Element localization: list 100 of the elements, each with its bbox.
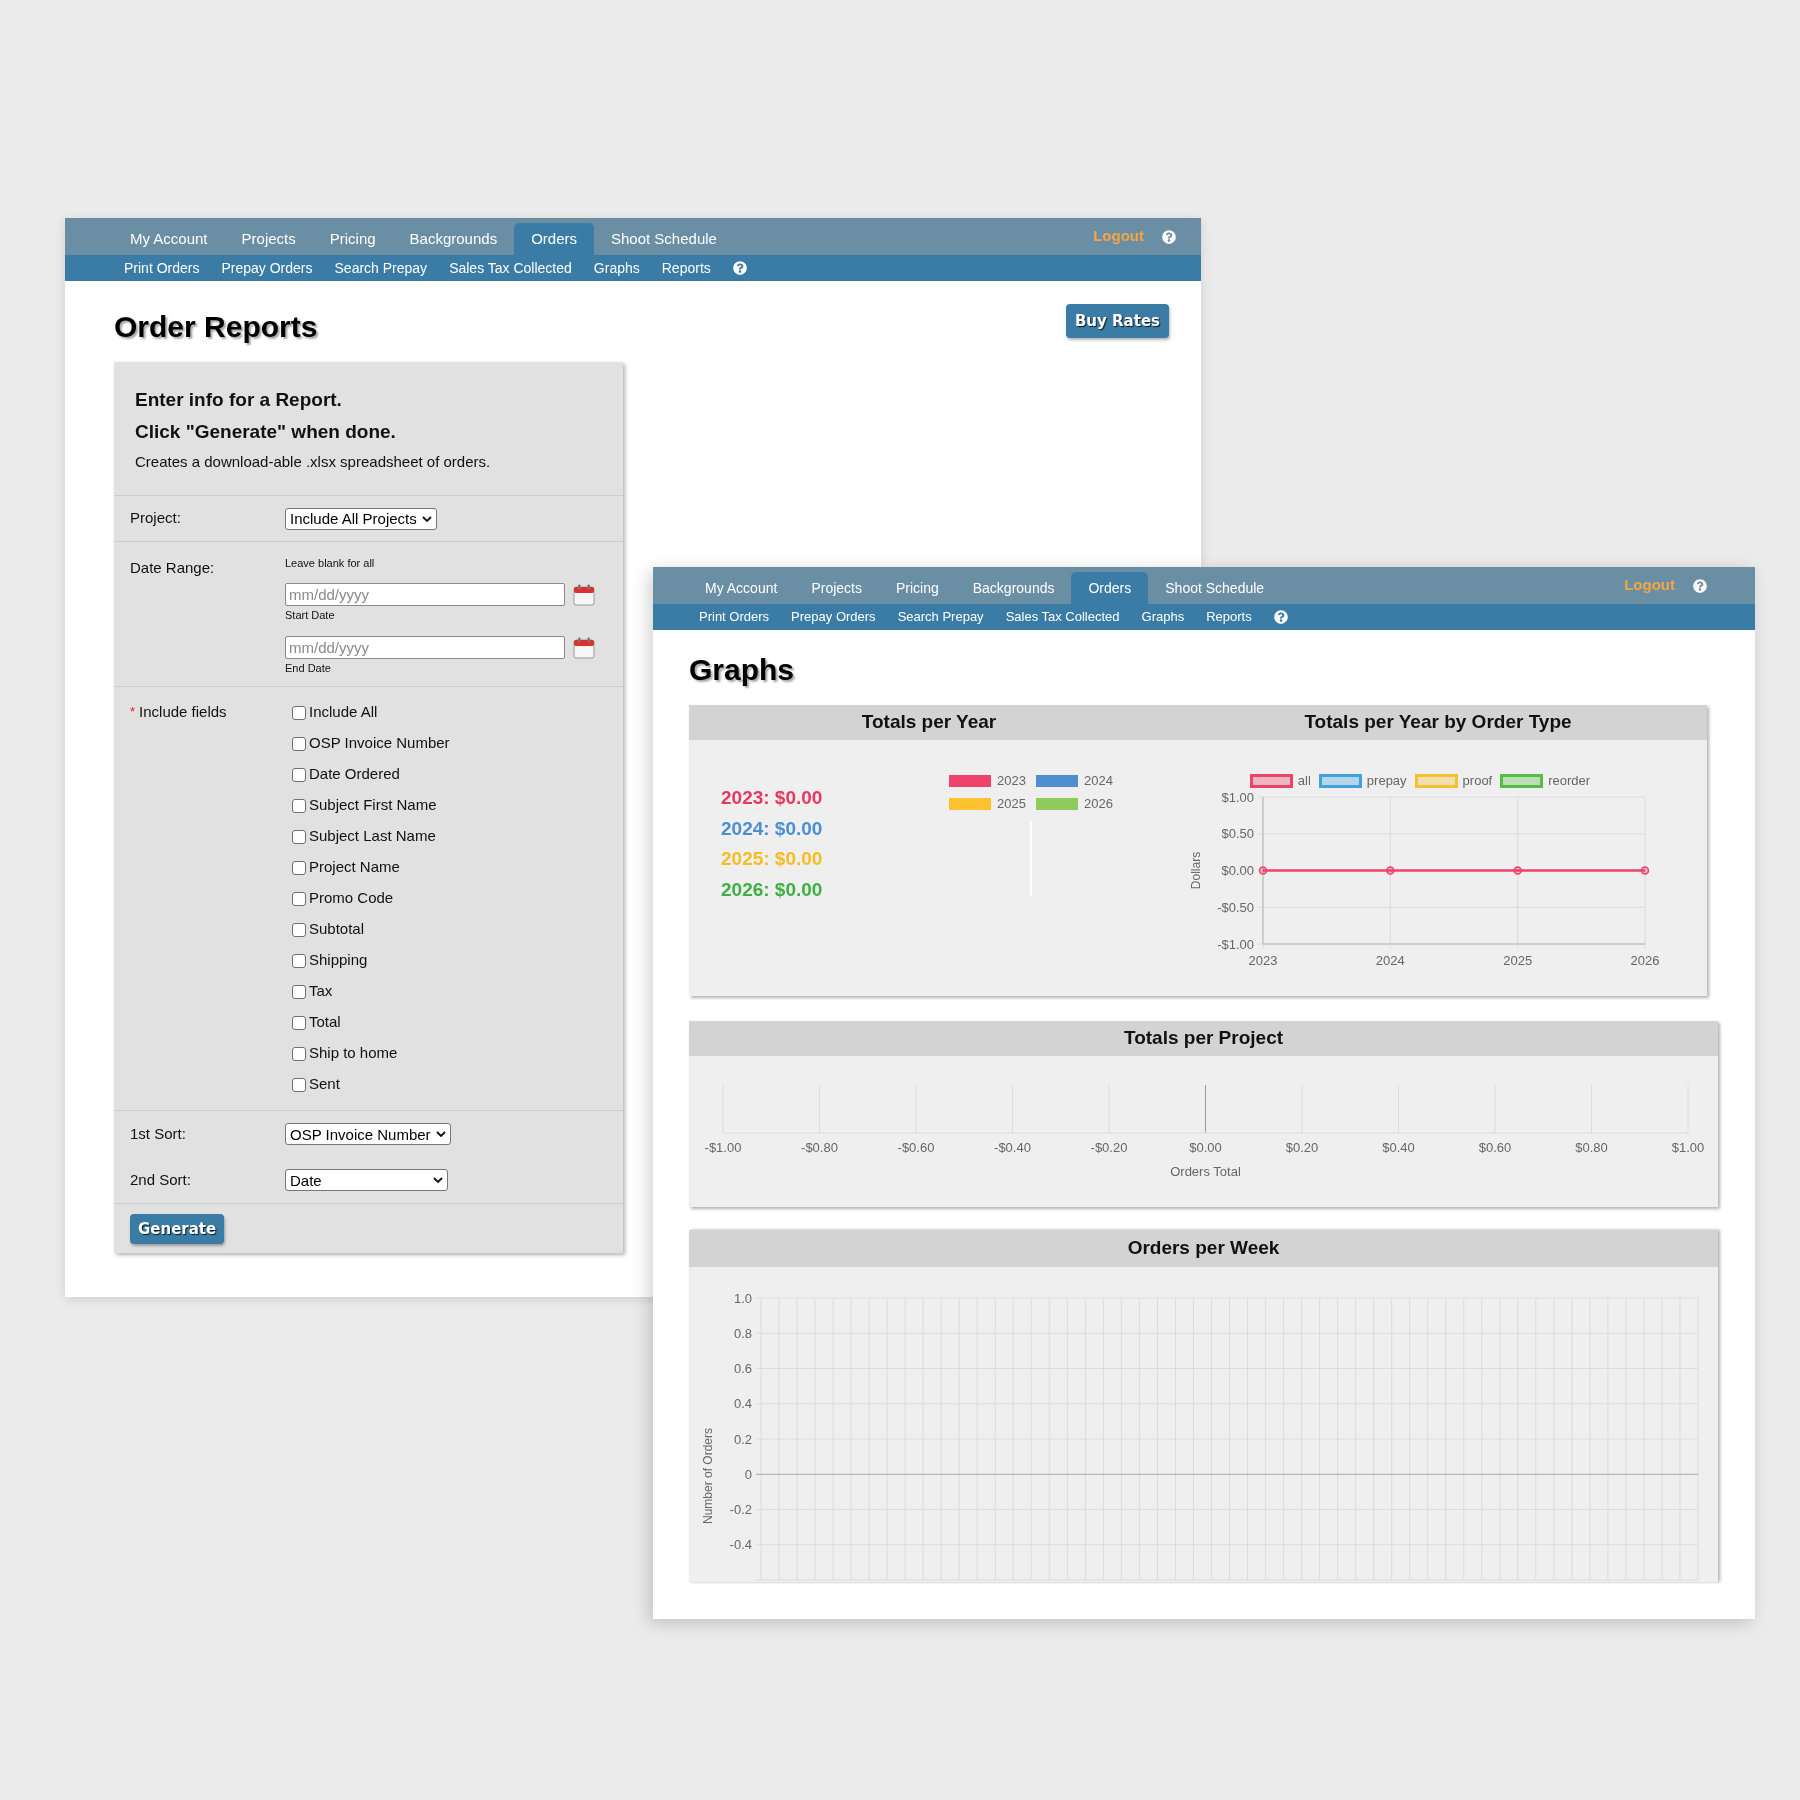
legend-swatch[interactable]	[1249, 773, 1293, 788]
field-caption: Start Date	[285, 608, 336, 622]
subnav-link[interactable]: Reports	[661, 257, 711, 279]
nav-tab[interactable]: Pricing	[878, 572, 956, 604]
sort-select[interactable]: OSP Invoice Number	[285, 1123, 451, 1145]
checkbox-label: OSP Invoice Number	[309, 733, 450, 754]
nav-tab[interactable]: Orders	[514, 223, 594, 255]
checkbox[interactable]	[292, 860, 306, 875]
subnav-link[interactable]: Reports	[1206, 607, 1252, 627]
checkbox[interactable]	[292, 984, 306, 999]
subnav-link[interactable]: Search Prepay	[897, 607, 984, 627]
nav-tab[interactable]: Backgrounds	[955, 572, 1072, 604]
checkbox[interactable]	[292, 705, 306, 720]
nav-tab[interactable]: Backgrounds	[392, 223, 515, 255]
calendar-icon[interactable]	[573, 636, 595, 659]
legend-swatch[interactable]	[1500, 773, 1544, 788]
help-icon[interactable]	[1693, 578, 1707, 593]
subnav-link[interactable]: Prepay Orders	[221, 257, 313, 279]
year-total: 2024: $0.00	[721, 816, 824, 841]
axis-tick-label: 0.8	[733, 1325, 752, 1341]
axis-tick-label: 0.6	[733, 1361, 752, 1376]
checkbox[interactable]	[292, 767, 306, 782]
axis-tick-label: -$1.00	[704, 1140, 742, 1155]
field-label: Date Range:	[130, 559, 215, 576]
help-icon[interactable]	[732, 261, 747, 275]
generate-button[interactable]: Generate	[130, 1214, 225, 1244]
checkbox[interactable]	[292, 736, 306, 751]
buy-rates-button[interactable]: Buy Rates	[1065, 304, 1169, 338]
sort-select[interactable]: Date	[285, 1169, 448, 1191]
axis-tick-label: -$1.00	[1217, 936, 1254, 952]
axis-tick-label: $1.00	[1671, 1140, 1705, 1155]
panel-title: Totals per Year	[861, 710, 997, 735]
legend-swatch[interactable]	[1318, 773, 1362, 788]
legend-swatch[interactable]	[1414, 773, 1458, 788]
nav-tab[interactable]: Shoot Schedule	[594, 223, 734, 255]
subnav-link[interactable]: Graphs	[593, 257, 640, 279]
subnav-link[interactable]: Print Orders	[699, 607, 770, 627]
checkbox-label: Ship to home	[309, 1043, 398, 1064]
axis-tick-label: 2026	[1630, 953, 1660, 968]
checkbox[interactable]	[292, 1046, 306, 1061]
subnav-link[interactable]: Graphs	[1141, 607, 1185, 627]
nav-tab[interactable]: Projects	[794, 572, 879, 604]
page-title: Graphs	[689, 652, 795, 688]
help-icon[interactable]	[1273, 610, 1288, 624]
checkbox[interactable]	[292, 891, 306, 906]
legend-swatch[interactable]	[949, 797, 992, 810]
axis-tick-label: -$0.20	[1090, 1140, 1128, 1155]
data-point	[1386, 866, 1395, 875]
field-caption: End Date	[285, 661, 332, 675]
form-heading: Enter info for a Report.	[135, 388, 343, 412]
panel-title: Orders per Week	[1127, 1236, 1280, 1261]
legend-label: 2024	[1084, 771, 1113, 790]
checkbox[interactable]	[292, 1077, 306, 1092]
calendar-icon[interactable]	[573, 583, 595, 606]
legend-swatch[interactable]	[1036, 774, 1078, 787]
checkbox[interactable]	[292, 829, 306, 844]
axis-tick-label: -$0.40	[994, 1140, 1031, 1155]
field-label: Include fields	[139, 702, 227, 723]
legend-swatch[interactable]	[1036, 797, 1078, 810]
chevron-down-icon	[435, 1131, 446, 1137]
nav-tab[interactable]: Shoot Schedule	[1148, 572, 1282, 604]
axis-tick-label: $0.80	[1575, 1140, 1608, 1155]
legend-swatch[interactable]	[949, 774, 992, 787]
checkbox-label: Include All	[309, 702, 378, 723]
checkbox[interactable]	[292, 953, 306, 968]
year-total: 2023: $0.00	[721, 786, 824, 810]
checkbox[interactable]	[292, 1015, 306, 1030]
checkbox-label: Subject Last Name	[309, 826, 436, 847]
legend-label: proof	[1462, 771, 1493, 790]
nav-tab[interactable]: Projects	[224, 223, 313, 255]
legend-label: all	[1297, 771, 1311, 790]
axis-title: Orders Total	[1170, 1164, 1241, 1179]
nav-tab[interactable]: My Account	[688, 572, 795, 604]
nav-tab[interactable]: Pricing	[312, 223, 393, 255]
nav-tab[interactable]: My Account	[113, 223, 225, 255]
axis-tick-label: -0.4	[729, 1537, 752, 1553]
form-description: Creates a download-able .xlsx spreadsheet of orders.	[135, 452, 492, 472]
data-point	[1258, 866, 1268, 875]
subnav-link[interactable]: Sales Tax Collected	[1005, 607, 1120, 627]
required-mark: *	[130, 703, 136, 721]
axis-title: Dollars	[1189, 851, 1203, 890]
project-select[interactable]: Include All Projects	[285, 507, 437, 530]
page-title: Order Reports	[114, 309, 318, 345]
help-icon[interactable]	[1162, 229, 1176, 244]
nav-tab[interactable]: Orders	[1071, 572, 1149, 604]
legend-label: reorder	[1548, 771, 1591, 790]
checkbox[interactable]	[292, 922, 306, 937]
axis-tick-label: -0.2	[729, 1502, 752, 1517]
field-label: 1st Sort:	[130, 1123, 187, 1144]
checkbox[interactable]	[292, 798, 306, 813]
axis-tick-label: $0.00	[1221, 863, 1254, 878]
legend-label: 2023	[997, 771, 1026, 790]
date-field[interactable]: mm/dd/yyyy	[285, 636, 565, 659]
chevron-down-icon	[433, 1177, 443, 1183]
date-field[interactable]: mm/dd/yyyy	[285, 583, 565, 606]
hint-text: Leave blank for all	[285, 556, 376, 570]
subnav-link[interactable]: Search Prepay	[334, 257, 428, 279]
subnav-link[interactable]: Sales Tax Collected	[449, 257, 572, 279]
subnav-link[interactable]: Print Orders	[124, 257, 200, 279]
subnav-link[interactable]: Prepay Orders	[791, 607, 876, 627]
